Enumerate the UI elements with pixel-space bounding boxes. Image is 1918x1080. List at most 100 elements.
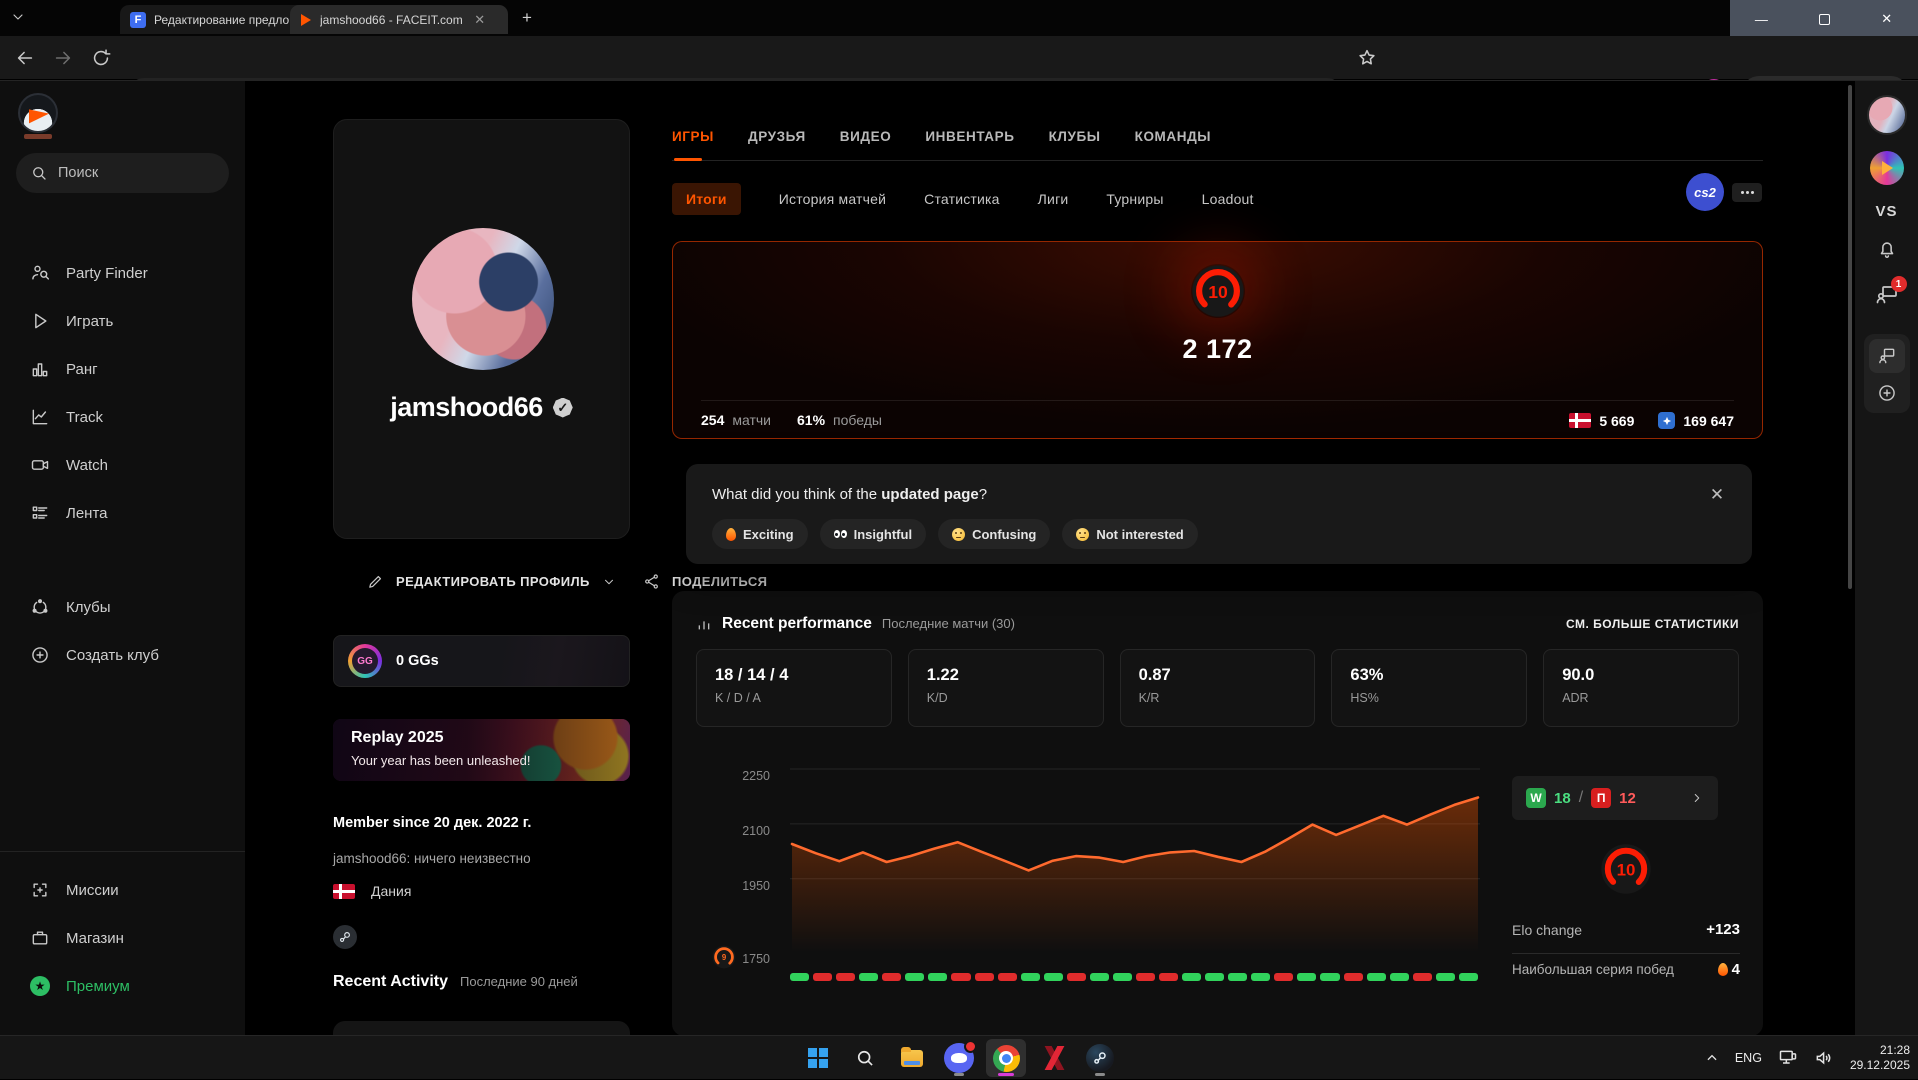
sidebar-item-shop[interactable]: Магазин: [0, 914, 245, 962]
taskbar-search-button[interactable]: [845, 1039, 885, 1077]
new-tab-button[interactable]: +: [522, 8, 532, 28]
match-result-dash[interactable]: [836, 973, 855, 981]
language-indicator[interactable]: ENG: [1735, 1051, 1762, 1065]
discord-button[interactable]: [939, 1039, 979, 1077]
feedback-option-exciting[interactable]: Exciting: [712, 519, 808, 549]
vs-label[interactable]: VS: [1875, 203, 1897, 220]
match-result-dash[interactable]: [1297, 973, 1316, 981]
match-result-dash[interactable]: [1205, 973, 1224, 981]
sidebar-item-play[interactable]: Играть: [0, 297, 245, 345]
feedback-option-not-interested[interactable]: Not interested: [1062, 519, 1197, 549]
sidebar-item-premium[interactable]: ★ Премиум: [0, 962, 245, 1010]
subtab-leagues[interactable]: Лиги: [1038, 191, 1069, 207]
add-party-icon[interactable]: [1877, 383, 1897, 403]
subtab-loadout[interactable]: Loadout: [1202, 191, 1254, 207]
start-button[interactable]: [798, 1039, 838, 1077]
tab-close-icon[interactable]: ✕: [471, 11, 489, 29]
sidebar-item-party-finder[interactable]: Party Finder: [0, 249, 245, 297]
match-result-dash[interactable]: [1390, 973, 1409, 981]
browser-tab-active[interactable]: jamshood66 - FACEIT.com ✕: [290, 5, 508, 34]
subtab-match-history[interactable]: История матчей: [779, 191, 886, 207]
match-result-dash[interactable]: [1274, 973, 1293, 981]
network-icon[interactable]: [1778, 1048, 1798, 1068]
close-button[interactable]: ✕: [1855, 0, 1918, 38]
game-more-kebab-icon[interactable]: [1732, 183, 1762, 202]
sidebar-item-clubs[interactable]: Клубы: [0, 583, 245, 631]
match-result-dash[interactable]: [1044, 973, 1063, 981]
tab-games[interactable]: ИГРЫ: [672, 129, 714, 160]
tab-friends[interactable]: ДРУЗЬЯ: [748, 129, 806, 160]
volume-icon[interactable]: [1814, 1048, 1834, 1068]
match-result-dash[interactable]: [1459, 973, 1478, 981]
match-result-dash[interactable]: [928, 973, 947, 981]
faceit-ac-button[interactable]: [1033, 1039, 1073, 1077]
feedback-option-confusing[interactable]: Confusing: [938, 519, 1050, 549]
feedback-close-icon[interactable]: ✕: [1706, 484, 1728, 506]
tab-search-chevron-icon[interactable]: [10, 9, 26, 30]
forward-icon[interactable]: [52, 47, 74, 69]
match-result-dash[interactable]: [1182, 973, 1201, 981]
match-result-dash[interactable]: [859, 973, 878, 981]
match-result-dash[interactable]: [905, 973, 924, 981]
reload-icon[interactable]: [90, 47, 112, 69]
ranking-stats[interactable]: 5 669 169 647: [1569, 412, 1734, 429]
match-result-dash[interactable]: [1136, 973, 1155, 981]
elo-line-chart[interactable]: [790, 762, 1480, 962]
sidebar-item-feed[interactable]: Лента: [0, 489, 245, 537]
match-result-dash[interactable]: [1159, 973, 1178, 981]
watching-players-button[interactable]: 1: [1875, 283, 1899, 312]
match-result-dash[interactable]: [1367, 973, 1386, 981]
replay-2025-card[interactable]: Replay 2025 Your year has been unleashed…: [333, 719, 630, 781]
tab-clubs[interactable]: КЛУБЫ: [1049, 129, 1101, 160]
cs2-game-icon[interactable]: cs2: [1686, 173, 1724, 211]
tab-teams[interactable]: КОМАНДЫ: [1135, 129, 1212, 160]
sidebar-item-rank[interactable]: Ранг: [0, 345, 245, 393]
subtab-overview[interactable]: Итоги: [672, 183, 741, 215]
gg-counter-card[interactable]: GG 0 GGs: [333, 635, 630, 687]
restore-button[interactable]: [1793, 0, 1856, 38]
minimize-button[interactable]: —: [1730, 0, 1793, 38]
steam-button[interactable]: [1080, 1039, 1120, 1077]
faceit-logo[interactable]: [18, 93, 60, 139]
feedback-option-insightful[interactable]: Insightful: [820, 519, 927, 549]
win-loss-summary[interactable]: W 18 / П 12: [1512, 776, 1718, 820]
subtab-tournaments[interactable]: Турниры: [1106, 191, 1163, 207]
match-result-dash[interactable]: [951, 973, 970, 981]
file-explorer-button[interactable]: [892, 1039, 932, 1077]
match-result-dash[interactable]: [1228, 973, 1247, 981]
match-result-dash[interactable]: [790, 973, 809, 981]
edit-profile-button[interactable]: РЕДАКТИРОВАТЬ ПРОФИЛЬ: [367, 573, 616, 590]
tab-inventory[interactable]: ИНВЕНТАРЬ: [925, 129, 1014, 160]
match-result-dash[interactable]: [1436, 973, 1455, 981]
match-result-dash[interactable]: [813, 973, 832, 981]
party-slot-button[interactable]: [1869, 339, 1905, 373]
taskbar-clock[interactable]: 21:28 29.12.2025: [1850, 1043, 1910, 1073]
profile-avatar[interactable]: [412, 228, 554, 370]
match-result-dash[interactable]: [975, 973, 994, 981]
back-icon[interactable]: [14, 47, 36, 69]
rail-reward-icon[interactable]: [1870, 151, 1904, 185]
match-result-dash[interactable]: [1090, 973, 1109, 981]
notifications-bell[interactable]: [1876, 238, 1898, 265]
search-input[interactable]: [58, 165, 198, 181]
match-result-dash[interactable]: [1067, 973, 1086, 981]
match-result-dash[interactable]: [1251, 973, 1270, 981]
see-more-stats-link[interactable]: СМ. БОЛЬШЕ СТАТИСТИКИ: [1566, 617, 1739, 631]
match-result-dash[interactable]: [1113, 973, 1132, 981]
match-result-dash[interactable]: [882, 973, 901, 981]
match-result-dash[interactable]: [998, 973, 1017, 981]
bookmark-star-icon[interactable]: [1356, 47, 1378, 69]
tab-videos[interactable]: ВИДЕО: [840, 129, 892, 160]
subtab-stats[interactable]: Статистика: [924, 191, 1000, 207]
match-result-dash[interactable]: [1320, 973, 1339, 981]
match-result-dash[interactable]: [1021, 973, 1040, 981]
steam-link-icon[interactable]: [333, 925, 357, 949]
search-box[interactable]: [16, 153, 229, 193]
sidebar-item-create-club[interactable]: Создать клуб: [0, 631, 245, 679]
page-scrollbar[interactable]: [1848, 85, 1852, 589]
share-profile-button[interactable]: ПОДЕЛИТЬСЯ: [643, 573, 767, 590]
sidebar-item-watch[interactable]: Watch: [0, 441, 245, 489]
rail-user-avatar[interactable]: [1867, 95, 1907, 135]
tray-chevron-up-icon[interactable]: [1705, 1051, 1719, 1065]
chrome-button[interactable]: [986, 1039, 1026, 1077]
